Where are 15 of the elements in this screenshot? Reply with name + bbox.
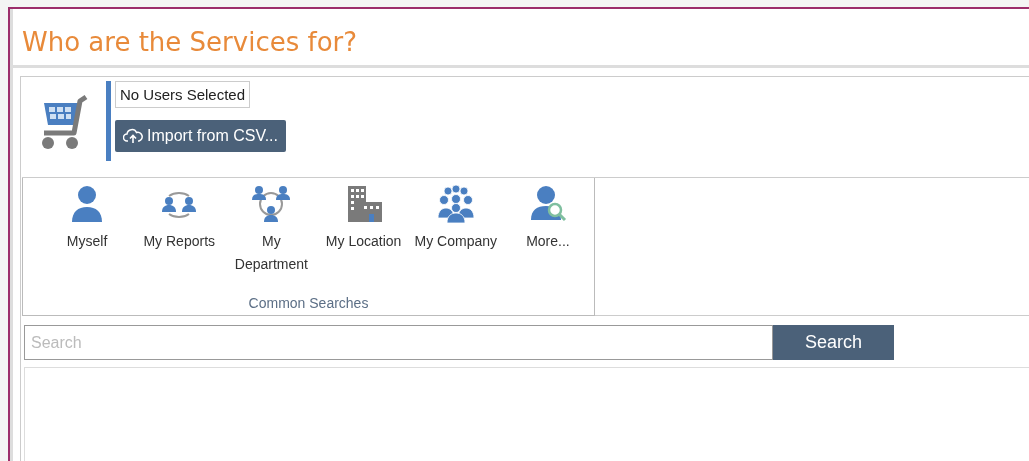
dialog-title: Who are the Services for? [10, 9, 1029, 65]
search-shortcut[interactable]: My Reports [133, 184, 226, 295]
people-group-icon [251, 184, 292, 224]
import-csv-button[interactable]: Import from CSV... [115, 120, 286, 152]
search-shortcut[interactable]: More... [501, 184, 595, 295]
search-shortcut[interactable]: Myself [41, 184, 134, 295]
search-shortcut[interactable]: My Department [225, 184, 318, 295]
search-button[interactable]: Search [773, 325, 894, 360]
search-shortcut[interactable]: My Company [409, 184, 502, 295]
cloud-upload-icon [123, 128, 143, 144]
search-field[interactable]: Search [24, 325, 773, 360]
search-shortcut[interactable]: My Location [317, 184, 410, 295]
crowd-icon [435, 184, 476, 224]
selection-status: No Users Selected [115, 81, 251, 108]
group-caption: Common Searches [247, 295, 370, 313]
